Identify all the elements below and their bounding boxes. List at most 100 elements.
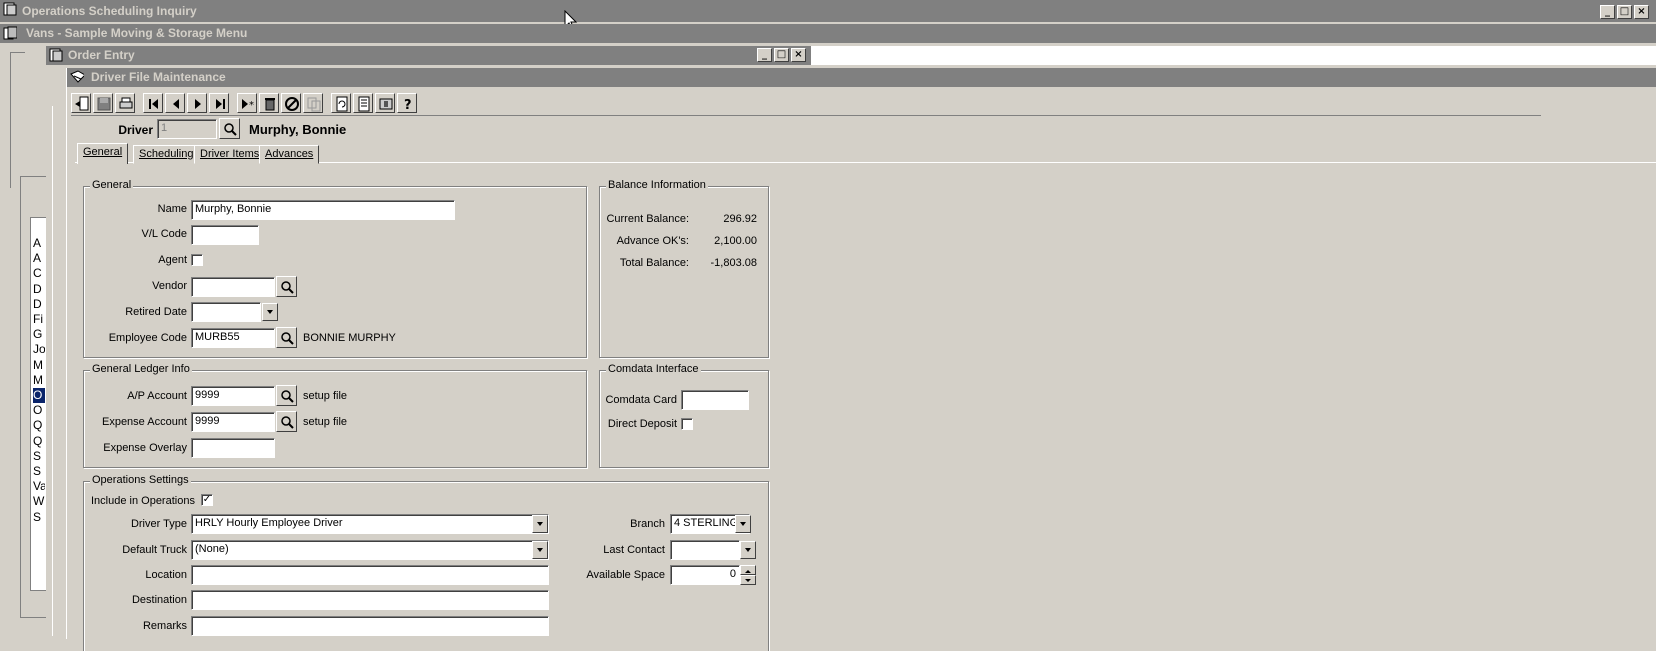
save-button[interactable] — [93, 93, 113, 113]
menu-list-item[interactable]: W — [33, 494, 45, 509]
previous-record-button[interactable] — [165, 93, 185, 113]
order-entry-titlebar[interactable]: Order Entry — [46, 46, 811, 65]
driver-type-dropdown[interactable] — [532, 515, 548, 533]
ap-account-field[interactable]: 9999 — [191, 386, 275, 406]
available-space-spinner[interactable] — [740, 565, 756, 585]
maximize-button[interactable]: □ — [1617, 5, 1632, 19]
retired-date-dropdown[interactable] — [262, 303, 278, 321]
new-record-button[interactable]: * — [237, 93, 257, 113]
branch-dropdown[interactable] — [735, 515, 751, 533]
close-button[interactable]: × — [1634, 5, 1649, 19]
menu-left-panel — [10, 52, 25, 188]
menu-list-item[interactable]: A — [33, 251, 45, 266]
last-contact-field[interactable] — [670, 540, 740, 560]
tab-general[interactable]: General — [77, 143, 129, 164]
ap-account-lookup-button[interactable] — [276, 385, 297, 406]
save-icon — [97, 97, 111, 111]
ops-scheduling-title: Operations Scheduling Inquiry — [22, 4, 197, 18]
vendor-field[interactable] — [191, 277, 275, 297]
menu-list-item[interactable]: Jo — [33, 342, 45, 357]
print-icon — [119, 97, 133, 109]
order-entry-title: Order Entry — [68, 48, 135, 62]
help-button[interactable]: ? — [397, 93, 417, 113]
name-field[interactable]: Murphy, Bonnie — [191, 200, 455, 220]
menu-list-item[interactable]: S — [33, 449, 45, 464]
search-icon — [281, 416, 294, 429]
search-icon — [281, 281, 294, 294]
driver-file-titlebar[interactable]: Driver File Maintenance — [67, 68, 1656, 87]
copy-button[interactable] — [303, 93, 323, 113]
menu-list-item[interactable]: Q — [33, 434, 45, 449]
remarks-field[interactable] — [191, 616, 549, 636]
next-record-button[interactable] — [187, 93, 207, 113]
driver-type-label: Driver Type — [130, 518, 187, 530]
employee-code-field[interactable]: MURB55 — [191, 328, 275, 348]
minimize-button[interactable]: _ — [757, 48, 772, 62]
include-operations-checkbox[interactable]: ✓ — [201, 494, 213, 506]
expense-account-field[interactable]: 9999 — [191, 412, 275, 432]
retired-date-field[interactable] — [191, 302, 261, 322]
expense-account-note: setup file — [303, 416, 348, 428]
cancel-button[interactable] — [281, 93, 301, 113]
attachments-button[interactable] — [375, 93, 395, 113]
vl-code-field[interactable] — [191, 225, 259, 245]
first-icon — [149, 99, 158, 109]
exit-button[interactable] — [71, 93, 91, 113]
menu-list-item[interactable]: G — [33, 327, 45, 342]
menu-list-item[interactable]: A — [33, 236, 45, 251]
tab-scheduling[interactable]: Scheduling — [133, 145, 200, 164]
menu-list-item[interactable]: M — [33, 373, 45, 388]
menu-list-item[interactable]: S — [33, 510, 45, 525]
menu-list-item[interactable]: D — [33, 282, 45, 297]
menu-list-item[interactable]: O — [33, 403, 45, 418]
direct-deposit-checkbox[interactable] — [681, 418, 693, 430]
print-button[interactable] — [115, 93, 135, 113]
available-space-field[interactable]: 0 — [670, 565, 740, 585]
ops-scheduling-titlebar[interactable]: Operations Scheduling Inquiry — [0, 0, 1656, 22]
vans-menu-title: Vans - Sample Moving & Storage Menu — [26, 26, 248, 40]
vans-menu-titlebar[interactable]: Vans - Sample Moving & Storage Menu — [0, 24, 1656, 43]
current-balance-label: Current Balance: — [606, 213, 689, 225]
trash-icon — [265, 98, 275, 111]
svg-text:?: ? — [404, 98, 412, 112]
exit-icon — [75, 96, 89, 111]
menu-list-item[interactable]: C — [33, 266, 45, 281]
last-record-button[interactable] — [209, 93, 229, 113]
agent-checkbox[interactable] — [191, 254, 203, 266]
close-button[interactable]: × — [791, 48, 806, 62]
ops-window-controls: _ □ × — [1600, 5, 1649, 19]
tab-advances[interactable]: Advances — [259, 145, 320, 164]
default-truck-select[interactable]: (None) — [191, 540, 549, 560]
driver-file-window: Driver File Maintenance * ? Driver 1 Mur… — [66, 68, 1656, 651]
minimize-button[interactable]: _ — [1600, 5, 1615, 19]
default-truck-dropdown[interactable] — [532, 541, 548, 559]
help-icon: ? — [404, 98, 412, 112]
location-field[interactable] — [191, 565, 549, 585]
menu-list-item[interactable]: Va — [33, 479, 45, 494]
menu-list-item[interactable]: D — [33, 297, 45, 312]
driver-lookup-button[interactable] — [219, 118, 240, 139]
white-strip — [811, 46, 1656, 65]
comdata-card-field[interactable] — [681, 390, 749, 410]
driver-id-field[interactable]: 1 — [157, 119, 217, 139]
vendor-lookup-button[interactable] — [276, 276, 297, 297]
svg-text:*: * — [249, 100, 254, 111]
menu-list-item[interactable]: S — [33, 464, 45, 479]
expense-overlay-field[interactable] — [191, 438, 275, 458]
comdata-card-label: Comdata Card — [605, 394, 677, 406]
menu-list-item[interactable]: Fi — [33, 312, 45, 327]
driver-type-select[interactable]: HRLY Hourly Employee Driver — [191, 514, 549, 534]
refresh-button[interactable] — [331, 93, 351, 113]
maximize-button[interactable]: □ — [774, 48, 789, 62]
employee-lookup-button[interactable] — [276, 327, 297, 348]
tab-driver-items[interactable]: Driver Items — [194, 145, 266, 164]
last-contact-dropdown[interactable] — [740, 541, 756, 559]
menu-list-item[interactable]: Q — [33, 418, 45, 433]
menu-list-item[interactable]: M — [33, 358, 45, 373]
notes-button[interactable] — [353, 93, 373, 113]
delete-button[interactable] — [259, 93, 279, 113]
menu-list-item[interactable]: O — [33, 388, 45, 403]
first-record-button[interactable] — [143, 93, 163, 113]
expense-account-lookup-button[interactable] — [276, 411, 297, 432]
destination-field[interactable] — [191, 590, 549, 610]
